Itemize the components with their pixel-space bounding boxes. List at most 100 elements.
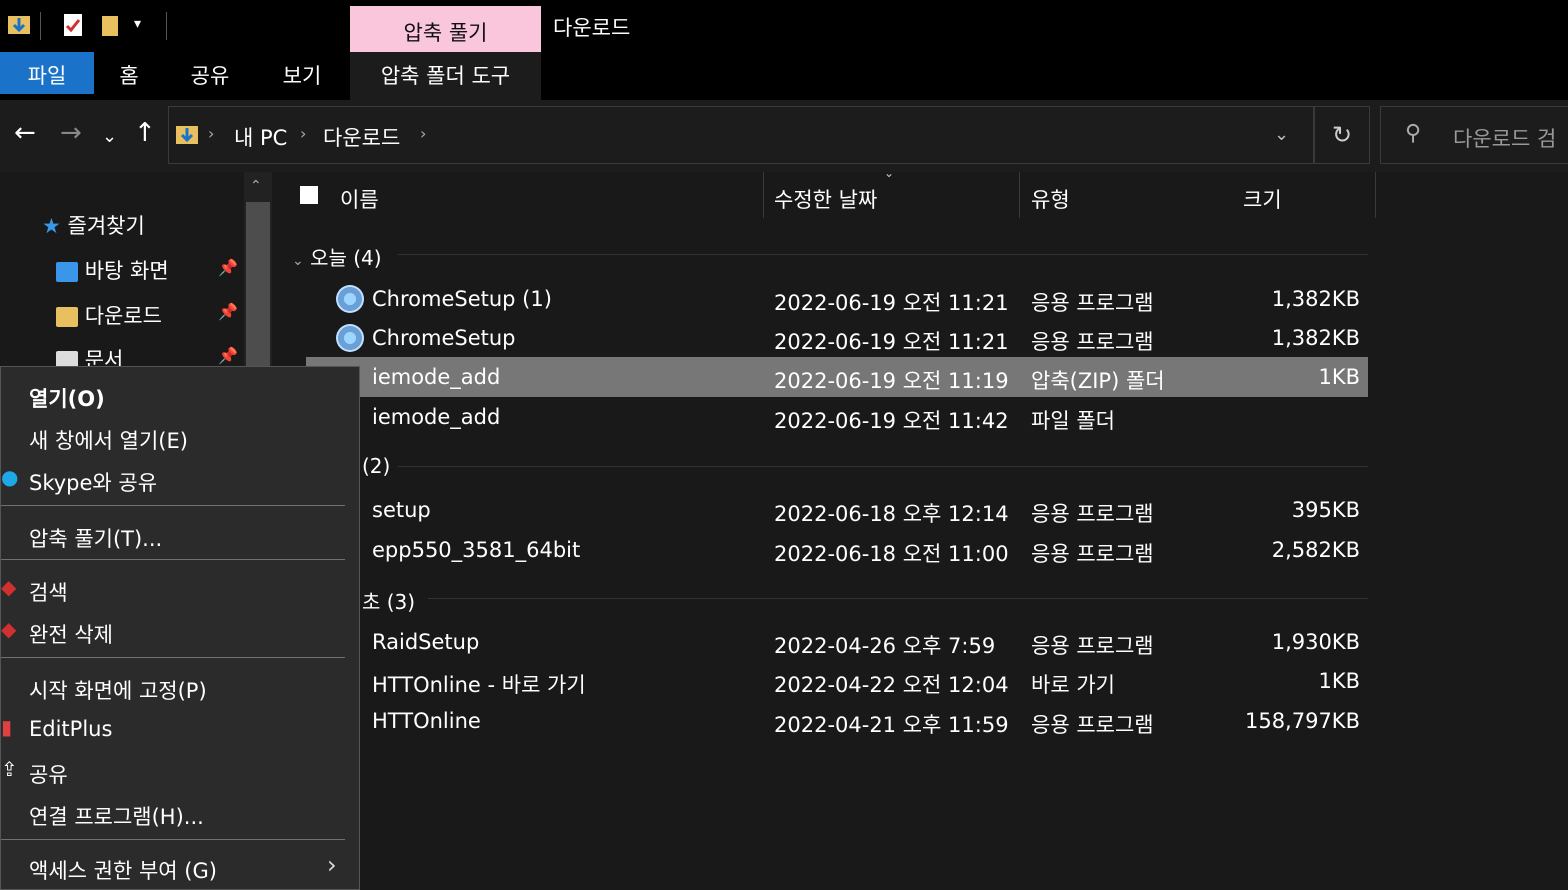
pin-icon[interactable]: 📌 — [218, 258, 238, 277]
file-date: 2022-04-26 오후 7:59 — [774, 634, 996, 658]
file-name: epp550_3581_64bit — [372, 538, 581, 562]
group-header[interactable]: (2) — [362, 454, 390, 478]
column-divider[interactable] — [1375, 172, 1376, 218]
file-date: 2022-06-19 오전 11:21 — [774, 330, 1009, 354]
file-row[interactable]: epp550_3581_64bit 2022-06-18 오전 11:00 응용… — [306, 530, 1368, 570]
file-size: 1,382KB — [1271, 287, 1360, 311]
group-label: 오늘 (4) — [310, 246, 382, 270]
file-row[interactable]: setup 2022-06-18 오후 12:14 응용 프로그램 395KB — [306, 490, 1368, 530]
tab-home[interactable]: 홈 — [98, 52, 160, 94]
breadcrumb-separator[interactable]: › — [300, 124, 306, 143]
file-type: 응용 프로그램 — [1031, 713, 1154, 737]
recent-locations-chevron-icon[interactable]: ⌄ — [102, 126, 117, 147]
installer-icon — [336, 285, 364, 313]
file-row[interactable]: ChromeSetup 2022-06-19 오전 11:21 응용 프로그램 … — [306, 318, 1368, 358]
file-size: 2,582KB — [1271, 538, 1360, 562]
file-name: setup — [372, 498, 431, 522]
file-name: iemode_add — [372, 365, 501, 389]
collapse-chevron-icon: ⌄ — [292, 253, 304, 269]
forward-arrow-icon[interactable]: → — [60, 118, 82, 148]
nav-scrollbar-thumb[interactable] — [246, 202, 270, 392]
group-header[interactable]: 초 (3) — [362, 586, 415, 615]
file-type: 응용 프로그램 — [1031, 291, 1154, 315]
group-label: (2) — [362, 454, 391, 478]
file-size: 1KB — [1318, 669, 1360, 693]
menu-item-open-with[interactable]: 연결 프로그램(H)... — [29, 801, 204, 831]
breadcrumb-downloads[interactable]: 다운로드 — [323, 122, 400, 152]
nav-quick-access[interactable]: ★ 즐겨찾기 — [42, 210, 145, 240]
address-dropdown-icon[interactable]: ⌄ — [1274, 124, 1289, 145]
new-folder-icon[interactable] — [100, 12, 122, 38]
nav-item-downloads[interactable]: 다운로드 — [56, 300, 162, 330]
file-type: 응용 프로그램 — [1031, 634, 1154, 658]
file-type: 응용 프로그램 — [1031, 542, 1154, 566]
pin-icon[interactable]: 📌 — [218, 302, 238, 321]
file-row[interactable]: HTTOnline - 바로 가기 2022-04-22 오전 12:04 바로… — [306, 661, 1368, 701]
up-arrow-icon[interactable]: ↑ — [134, 118, 156, 148]
menu-item-share-skype[interactable]: Skype와 공유 — [29, 467, 157, 497]
column-divider[interactable] — [763, 172, 764, 218]
tab-view[interactable]: 보기 — [266, 52, 338, 94]
group-divider — [398, 254, 1368, 255]
share-icon: ⇪ — [1, 757, 18, 781]
file-name: ChromeSetup — [372, 326, 516, 350]
refresh-icon[interactable]: ↻ — [1314, 106, 1370, 164]
breadcrumb-this-pc[interactable]: 내 PC — [234, 122, 287, 152]
nav-item-desktop[interactable]: 바탕 화면 — [56, 255, 169, 285]
toolbar-separator — [40, 12, 41, 40]
menu-item-open[interactable]: 열기(O) — [29, 383, 105, 413]
column-header-date[interactable]: 수정한 날짜 — [774, 184, 877, 214]
menu-item-share[interactable]: 공유 — [29, 759, 68, 789]
breadcrumb-separator[interactable]: › — [208, 124, 214, 143]
menu-item-shred[interactable]: 완전 삭제 — [29, 619, 113, 649]
downloads-folder-icon — [56, 307, 78, 327]
file-row[interactable]: ChromeSetup (1) 2022-06-19 오전 11:21 응용 프… — [306, 279, 1368, 319]
downloads-folder-icon — [8, 12, 30, 38]
column-header-type[interactable]: 유형 — [1031, 184, 1070, 214]
search-icon: ⚲ — [1405, 121, 1422, 146]
column-divider[interactable] — [1019, 172, 1020, 218]
file-name: iemode_add — [372, 405, 501, 429]
file-date: 2022-06-19 오전 11:42 — [774, 409, 1009, 433]
menu-separator — [1, 657, 345, 658]
file-name: RaidSetup — [372, 630, 480, 654]
file-name: HTTOnline — [372, 709, 481, 733]
back-arrow-icon[interactable]: ← — [14, 118, 36, 148]
breadcrumb-separator[interactable]: › — [420, 124, 426, 143]
star-icon: ★ — [42, 214, 61, 238]
menu-item-open-new-window[interactable]: 새 창에서 열기(E) — [29, 425, 188, 455]
file-size: 1,382KB — [1271, 326, 1360, 350]
tab-share[interactable]: 공유 — [174, 52, 246, 94]
context-tab-header: 압축 풀기 — [350, 6, 541, 52]
select-all-checkbox[interactable] — [300, 186, 318, 204]
file-date: 2022-04-21 오후 11:59 — [774, 713, 1009, 737]
desktop-folder-icon — [56, 262, 78, 282]
menu-item-extract[interactable]: 압축 풀기(T)... — [29, 523, 162, 553]
tab-file[interactable]: 파일 — [0, 52, 94, 94]
file-type: 파일 폴더 — [1031, 409, 1115, 433]
column-header-size[interactable]: 크기 — [1243, 184, 1282, 214]
file-type: 압축(ZIP) 폴더 — [1031, 369, 1165, 393]
file-row[interactable]: iemode_add 2022-06-19 오전 11:42 파일 폴더 — [306, 397, 1368, 437]
menu-item-editplus[interactable]: EditPlus — [29, 717, 112, 741]
properties-icon[interactable] — [62, 12, 84, 38]
group-header-today[interactable]: ⌄ 오늘 (4) — [292, 242, 382, 271]
search-input[interactable]: ⚲ 다운로드 검 — [1380, 106, 1568, 164]
shred-icon: ◆ — [1, 617, 17, 641]
file-name: ChromeSetup (1) — [372, 287, 552, 311]
file-row[interactable]: RaidSetup 2022-04-26 오후 7:59 응용 프로그램 1,9… — [306, 622, 1368, 662]
column-header-name[interactable]: 이름 — [340, 184, 379, 214]
customize-toolbar-icon[interactable]: ▾ — [134, 16, 156, 42]
pin-icon[interactable]: 📌 — [218, 346, 238, 365]
search-placeholder: 다운로드 검 — [1453, 127, 1557, 151]
antivirus-icon: ◆ — [1, 575, 17, 599]
group-divider — [398, 466, 1368, 467]
scroll-up-icon[interactable]: ⌃ — [250, 178, 262, 194]
menu-item-pin-start[interactable]: 시작 화면에 고정(P) — [29, 675, 207, 705]
file-row[interactable]: HTTOnline 2022-04-21 오후 11:59 응용 프로그램 15… — [306, 701, 1368, 741]
menu-item-give-access[interactable]: 액세스 권한 부여 (G) — [29, 855, 217, 885]
file-row-selected[interactable]: iemode_add 2022-06-19 오전 11:19 압축(ZIP) 폴… — [306, 357, 1368, 397]
group-label: 초 (3) — [362, 590, 416, 614]
menu-item-scan[interactable]: 검색 — [29, 577, 68, 607]
tab-compressed-folder-tools[interactable]: 압축 폴더 도구 — [350, 52, 541, 94]
